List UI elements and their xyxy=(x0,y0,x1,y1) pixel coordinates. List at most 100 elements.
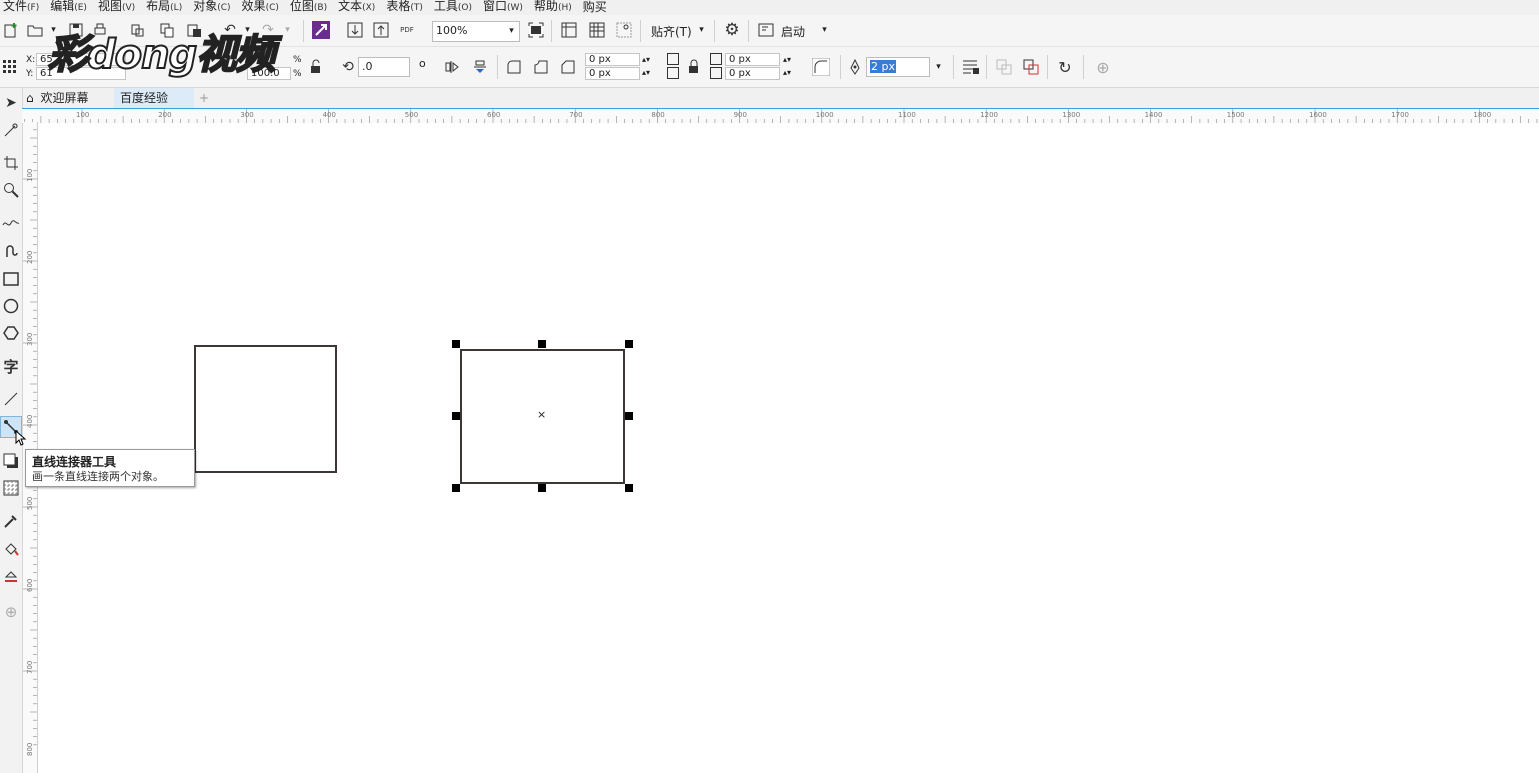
menu-layout[interactable]: 布局(L) xyxy=(143,0,190,16)
corner-radius-top-right-field[interactable]: 0 px xyxy=(725,53,780,66)
selection-handle[interactable] xyxy=(452,484,460,492)
selection-handle[interactable] xyxy=(625,412,633,420)
zoom-dropdown-icon[interactable]: ▾ xyxy=(504,21,519,41)
snap-to-button[interactable]: 贴齐(T) xyxy=(651,23,692,40)
tab-document[interactable]: 百度经验 xyxy=(114,88,194,108)
menu-buy[interactable]: 购买 xyxy=(580,0,615,15)
menu-view[interactable]: 视图(V) xyxy=(95,0,143,16)
separator xyxy=(714,20,715,42)
add-tool-icon[interactable]: ⊕ xyxy=(0,601,22,623)
color-eyedropper-tool-icon[interactable] xyxy=(0,510,22,532)
selection-handle[interactable] xyxy=(452,340,460,348)
snap-dropdown-icon[interactable]: ▾ xyxy=(694,20,709,40)
ruler-label: 400 xyxy=(323,111,336,119)
search-content-icon[interactable] xyxy=(311,20,331,40)
selection-handle[interactable] xyxy=(538,484,546,492)
rectangle-shape[interactable] xyxy=(194,345,337,473)
pick-tool-icon[interactable]: ➤ xyxy=(0,92,22,114)
rectangle-tool-icon[interactable] xyxy=(0,268,22,290)
open-folder-icon[interactable] xyxy=(25,20,45,40)
selection-handle[interactable] xyxy=(538,340,546,348)
to-front-icon[interactable] xyxy=(994,57,1014,77)
interactive-fill-tool-icon[interactable] xyxy=(0,538,22,560)
ruler-label: 600 xyxy=(26,579,34,592)
smart-fill-tool-icon[interactable] xyxy=(0,565,22,587)
options-gear-icon[interactable]: ⚙ xyxy=(722,20,742,40)
tab-welcome-screen[interactable]: ⌂ 欢迎屏幕 xyxy=(26,88,88,108)
menu-object[interactable]: 对象(C) xyxy=(190,0,238,16)
separator xyxy=(497,55,498,79)
new-document-icon[interactable] xyxy=(1,20,21,40)
polygon-tool-icon[interactable] xyxy=(0,322,22,344)
export-icon[interactable] xyxy=(371,20,391,40)
launch-button[interactable]: 启动 xyxy=(781,23,805,40)
full-screen-icon[interactable] xyxy=(526,20,546,40)
convert-to-curves-icon[interactable]: ↻ xyxy=(1055,57,1075,77)
chamfered-corner-icon[interactable] xyxy=(558,57,578,77)
wrap-text-icon[interactable] xyxy=(961,57,981,77)
mirror-vertical-icon[interactable] xyxy=(470,57,490,77)
rotation-angle-field[interactable]: .0 xyxy=(358,57,410,77)
lock-ratio-icon[interactable] xyxy=(306,57,326,77)
text-tool-icon[interactable]: 字 xyxy=(0,355,22,377)
publish-pdf-icon[interactable]: PDF xyxy=(397,20,417,40)
freehand-tool-icon[interactable] xyxy=(0,212,22,234)
object-origin-icon[interactable] xyxy=(0,57,20,77)
show-rulers-icon[interactable] xyxy=(559,20,579,40)
round-corner-icon[interactable] xyxy=(504,57,524,77)
dimension-tool-icon[interactable] xyxy=(0,388,22,410)
corner-radius-top-left-field[interactable]: 0 px xyxy=(585,53,640,66)
corner-radius-bottom-left-field[interactable]: 0 px xyxy=(585,67,640,80)
ruler-label: 1000 xyxy=(816,111,834,119)
separator xyxy=(986,55,987,79)
launch-dropdown-icon[interactable]: ▾ xyxy=(817,20,832,40)
ruler-label: 300 xyxy=(240,111,253,119)
percent-label: % xyxy=(293,55,302,65)
corner-stepper-icon[interactable]: ▴▾ ▴▾ xyxy=(642,53,650,79)
horizontal-ruler[interactable]: 100 200 300 400 500 600 700 800 900 1000 1100 1200 1… xyxy=(22,108,1539,124)
corner-top-left-icon xyxy=(667,53,679,65)
ellipse-tool-icon[interactable] xyxy=(0,295,22,317)
menu-table[interactable]: 表格(T) xyxy=(383,0,431,16)
separator xyxy=(551,20,552,42)
separator xyxy=(640,20,641,42)
menu-window[interactable]: 窗口(W) xyxy=(480,0,531,16)
menu-tools[interactable]: 工具(O) xyxy=(431,0,480,16)
outline-width-dropdown-icon[interactable]: ▾ xyxy=(931,57,946,77)
menu-edit[interactable]: 编辑(E) xyxy=(47,0,95,16)
ruler-label: 1300 xyxy=(1062,111,1080,119)
menu-effects[interactable]: 效果(C) xyxy=(239,0,287,16)
menu-help[interactable]: 帮助(H) xyxy=(531,0,580,16)
application-launcher-icon[interactable] xyxy=(756,20,776,40)
shape-tool-icon[interactable] xyxy=(0,119,22,141)
outline-width-field[interactable]: 2 px xyxy=(866,57,930,77)
ruler-label: 200 xyxy=(158,111,171,119)
show-grid-icon[interactable] xyxy=(587,20,607,40)
ruler-label: 800 xyxy=(26,743,34,756)
selection-handle[interactable] xyxy=(625,484,633,492)
add-tab-button[interactable]: + xyxy=(196,88,212,108)
transparency-tool-icon[interactable] xyxy=(0,477,22,499)
mirror-horizontal-icon[interactable] xyxy=(442,57,462,77)
rotation-icon: ⟲ xyxy=(342,59,354,75)
add-icon[interactable]: ⊕ xyxy=(1093,57,1113,77)
menu-file[interactable]: 文件(F) xyxy=(0,0,47,16)
menu-bitmaps[interactable]: 位图(B) xyxy=(287,0,335,16)
lock-corners-icon[interactable] xyxy=(684,57,704,77)
to-back-icon[interactable] xyxy=(1021,57,1041,77)
crop-tool-icon[interactable] xyxy=(0,152,22,174)
scalloped-corner-icon[interactable] xyxy=(531,57,551,77)
import-icon[interactable] xyxy=(345,20,365,40)
relative-corner-scaling-icon[interactable] xyxy=(811,57,831,77)
show-guidelines-icon[interactable] xyxy=(614,20,634,40)
corner-stepper-icon[interactable]: ▴▾ ▴▾ xyxy=(783,53,791,79)
artistic-media-tool-icon[interactable] xyxy=(0,240,22,262)
zoom-tool-icon[interactable] xyxy=(0,179,22,201)
menu-text[interactable]: 文本(X) xyxy=(335,0,383,16)
separator xyxy=(748,20,749,42)
corner-radius-bottom-right-field[interactable]: 0 px xyxy=(725,67,780,80)
separator xyxy=(303,20,304,42)
selection-handle[interactable] xyxy=(452,412,460,420)
selection-handle[interactable] xyxy=(625,340,633,348)
drop-shadow-tool-icon[interactable] xyxy=(0,450,22,472)
